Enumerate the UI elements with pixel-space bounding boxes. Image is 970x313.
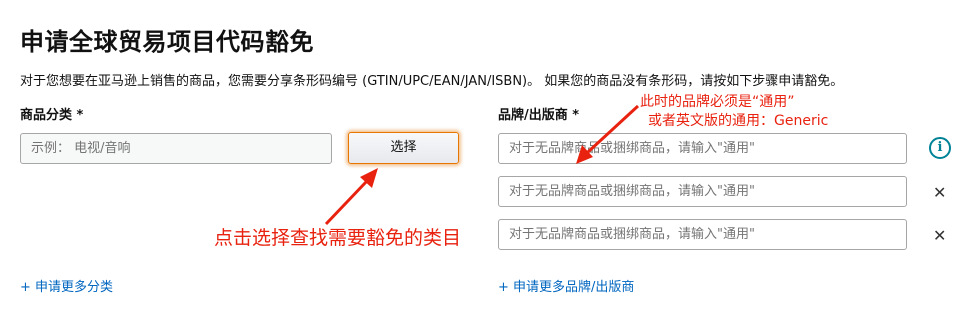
- arrow-to-select-button-shaft: [324, 180, 368, 226]
- arrow-to-brand-field: [576, 104, 640, 164]
- arrow-to-select-button: [324, 168, 378, 226]
- arrow-to-brand-field-shaft: [586, 104, 640, 154]
- annotation-arrows: [324, 104, 640, 226]
